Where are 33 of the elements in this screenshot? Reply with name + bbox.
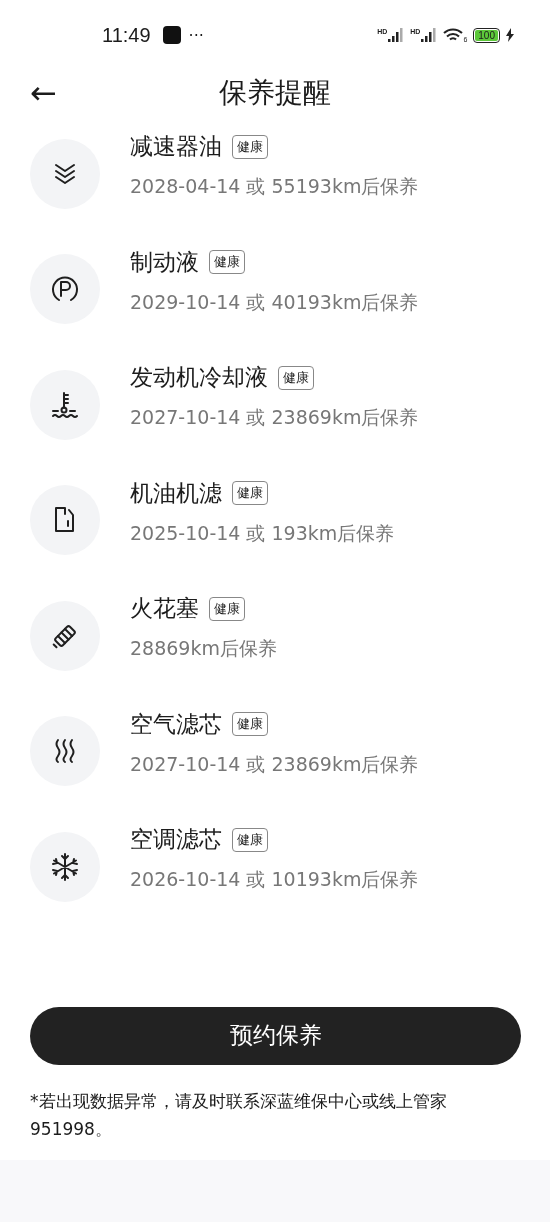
- due-text: 2027-10-14 或 23869km后保养: [130, 751, 419, 777]
- notice-text: *若出现数据异常，请及时联系深蓝维保中心或线上管家951998。: [30, 1089, 448, 1141]
- item-name: 空调滤芯: [130, 825, 222, 855]
- status-badge: 健康: [209, 250, 245, 275]
- due-text: 28869km后保养: [130, 636, 277, 662]
- page-title: 保养提醒: [219, 75, 331, 111]
- wifi-icon: [443, 27, 464, 43]
- item-name: 发动机冷却液: [130, 363, 268, 393]
- status-badge: 健康: [232, 134, 268, 159]
- status-badge: 健康: [278, 365, 314, 390]
- item-name: 机油机滤: [130, 478, 222, 508]
- battery-icon: 100: [473, 27, 500, 43]
- clock-time: 11:49: [102, 23, 151, 47]
- item-name: 空气滤芯: [130, 709, 222, 739]
- item-name: 火花塞: [130, 594, 199, 624]
- due-text: 2029-10-14 或 40193km后保养: [130, 289, 419, 315]
- signal-icon: [388, 28, 405, 42]
- app-icon: [162, 26, 181, 44]
- due-text: 2025-10-14 或 193km后保养: [130, 520, 395, 546]
- due-text: 2026-10-14 或 10193km后保养: [130, 867, 419, 893]
- status-badge: 健康: [232, 827, 268, 852]
- signal-icon: [421, 28, 438, 42]
- item-name: 制动液: [130, 247, 199, 277]
- item-name: 减速器油: [130, 132, 222, 162]
- due-text: 2027-10-14 或 23869km后保养: [130, 405, 419, 431]
- status-badge: 健康: [232, 481, 268, 506]
- due-text: 2028-04-14 或 55193km后保养: [130, 174, 419, 200]
- charging-icon: [506, 28, 514, 42]
- more-notifications: ···: [188, 25, 204, 45]
- status-badge: 健康: [209, 596, 245, 621]
- status-badge: 健康: [232, 712, 268, 737]
- book-maintenance-button[interactable]: 预约保养: [30, 1006, 521, 1065]
- back-button[interactable]: ←: [30, 74, 57, 112]
